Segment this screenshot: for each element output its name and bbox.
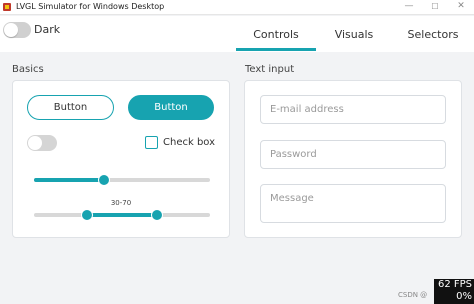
performance-monitor: 62 FPS 0% CPU [434, 279, 474, 304]
checkbox-label[interactable]: Check box [163, 136, 215, 149]
cpu-counter: 0% CPU [452, 291, 472, 304]
active-tab-indicator [236, 48, 316, 51]
maximize-icon[interactable]: ☐ [424, 0, 446, 14]
close-icon[interactable]: ✕ [450, 0, 472, 14]
text-input-section-title: Text input [245, 64, 295, 75]
tab-selectors[interactable]: Selectors [402, 28, 464, 42]
outline-button[interactable]: Button [27, 95, 114, 120]
basics-switch[interactable] [27, 135, 57, 151]
range-slider-low-knob[interactable] [80, 209, 93, 221]
password-input[interactable] [261, 141, 445, 168]
window-title: LVGL Simulator for Windows Desktop [16, 2, 165, 11]
tab-visuals[interactable]: Visuals [324, 28, 384, 42]
fps-counter: 62 FPS [437, 279, 472, 290]
message-field[interactable] [260, 184, 446, 223]
range-slider-label: 30-70 [110, 199, 132, 207]
range-slider-fill [86, 213, 158, 217]
message-input[interactable] [261, 185, 445, 222]
watermark: CSDN @ [398, 291, 428, 299]
window-titlebar: LVGL Simulator for Windows Desktop — ☐ ✕ [0, 0, 474, 15]
tab-controls[interactable]: Controls [236, 28, 316, 42]
slider-fill [34, 178, 105, 182]
switch-knob [28, 136, 42, 150]
checkbox[interactable] [145, 136, 158, 149]
dark-mode-label: Dark [34, 23, 61, 36]
basics-section-title: Basics [12, 64, 44, 75]
switch-knob [4, 23, 18, 37]
app-icon [3, 3, 11, 11]
header-bar: Dark Controls Visuals Selectors [0, 16, 474, 52]
dark-mode-switch[interactable] [3, 22, 31, 38]
email-field[interactable] [260, 95, 446, 124]
password-field[interactable] [260, 140, 446, 169]
email-input[interactable] [261, 96, 445, 123]
minimize-icon[interactable]: — [398, 0, 420, 14]
filled-button[interactable]: Button [128, 95, 214, 120]
